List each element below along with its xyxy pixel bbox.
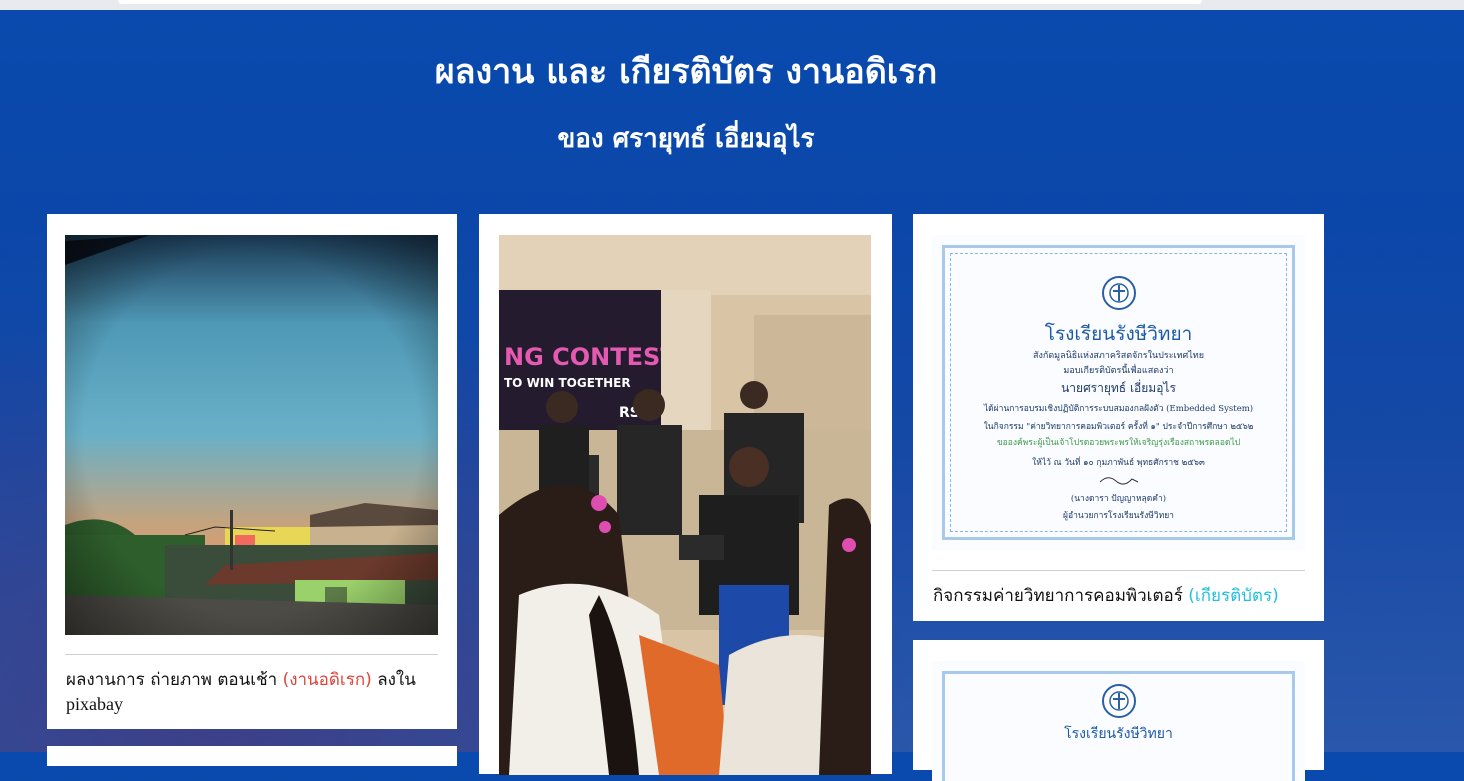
card-divider [65, 654, 438, 655]
morning-photo[interactable] [65, 235, 438, 635]
caption-tail: ลงใน [377, 670, 416, 690]
page-title: ผลงาน และ เกียรติบัตร งานอดิเรก [434, 52, 938, 92]
gallery-card-partial[interactable] [47, 746, 457, 766]
certificate-recipient-name: นายศรายุทธ์ เอี่ยมอุไร [1061, 381, 1176, 395]
certificate-image-2[interactable]: โรงเรียนรังษีวิทยา [932, 661, 1305, 781]
certificate-signer-title: ผู้อำนวยการโรงเรียนรังษีวิทยา [1063, 511, 1174, 521]
certificate-line-5: ขอองค์พระผู้เป็นเจ้าโปรดอวยพระพรให้เจริญ… [996, 438, 1241, 448]
event-photo-image: NG CONTEST TO WIN TOGETHER RSV [499, 235, 871, 775]
school-seal-icon [1102, 684, 1136, 718]
caption-tag-link[interactable]: (เกียรติบัตร) [1188, 586, 1278, 606]
certificate-image[interactable]: โรงเรียนรังษีวิทยา สังกัดมูลนิธิแห่งสภาค… [932, 235, 1305, 550]
gallery-card-morning-photo[interactable]: ผลงานการ ถ่ายภาพ ตอนเช้า (งานอดิเรก) ลงใ… [47, 214, 457, 729]
page-subtitle: ของ ศรายุทธ์ เอี่ยมอุไร [557, 124, 815, 154]
banner-together-text: TO WIN TOGETHER [504, 376, 631, 390]
caption-text: กิจกรรมค่ายวิทยาการคอมพิวเตอร์ [933, 586, 1183, 606]
certificate-signer: (นางดารา ปัญญาหลุดคำ) [1070, 494, 1167, 504]
certificate-line-3: ได้ผ่านการอบรมเชิงปฏิบัติการระบบสมองกลฝั… [983, 404, 1254, 414]
caption-text: ผลงานการ ถ่ายภาพ ตอนเช้า [66, 670, 278, 690]
address-bar[interactable] [118, 0, 1202, 4]
browser-topbar [0, 0, 1464, 10]
certificate-line-6: ให้ไว้ ณ วันที่ ๑๐ กุมภาพันธ์ พุทธศักราช… [1032, 458, 1205, 468]
caption-line2: pixabay [66, 694, 123, 714]
certificate-line-4: ในกิจกรรม "ค่ายวิทยาการคอมพิวเตอร์ ครั้ง… [983, 422, 1254, 432]
certificate-line-2: มอบเกียรติบัตรนี้เพื่อแสดงว่า [1063, 366, 1174, 376]
card-caption: ผลงานการ ถ่ายภาพ ตอนเช้า (งานอดิเรก) ลงใ… [66, 668, 446, 717]
card-caption: กิจกรรมค่ายวิทยาการคอมพิวเตอร์ (เกียรติบ… [933, 584, 1318, 608]
certificate-school-name: โรงเรียนรังษีวิทยา [1064, 726, 1173, 742]
signature-mark [1099, 477, 1139, 485]
gallery-card-certificate-2[interactable]: โรงเรียนรังษีวิทยา [913, 640, 1324, 781]
certificate-line-1: สังกัดมูลนิธิแห่งสภาคริสตจักรในประเทศไทย [1032, 351, 1204, 361]
morning-photo-image [65, 235, 438, 635]
banner-contest-text: NG CONTEST [504, 343, 677, 371]
gallery-card-certificate[interactable]: โรงเรียนรังษีวิทยา สังกัดมูลนิธิแห่งสภาค… [913, 214, 1324, 621]
caption-tag-link[interactable]: (งานอดิเรก) [283, 670, 372, 690]
event-photo[interactable]: NG CONTEST TO WIN TOGETHER RSV [499, 235, 871, 775]
school-seal-icon [1102, 276, 1136, 310]
gallery-card-event-photo[interactable]: NG CONTEST TO WIN TOGETHER RSV [479, 214, 892, 775]
certificate-school-name: โรงเรียนรังษีวิทยา [1044, 323, 1193, 345]
card-divider [932, 570, 1305, 571]
